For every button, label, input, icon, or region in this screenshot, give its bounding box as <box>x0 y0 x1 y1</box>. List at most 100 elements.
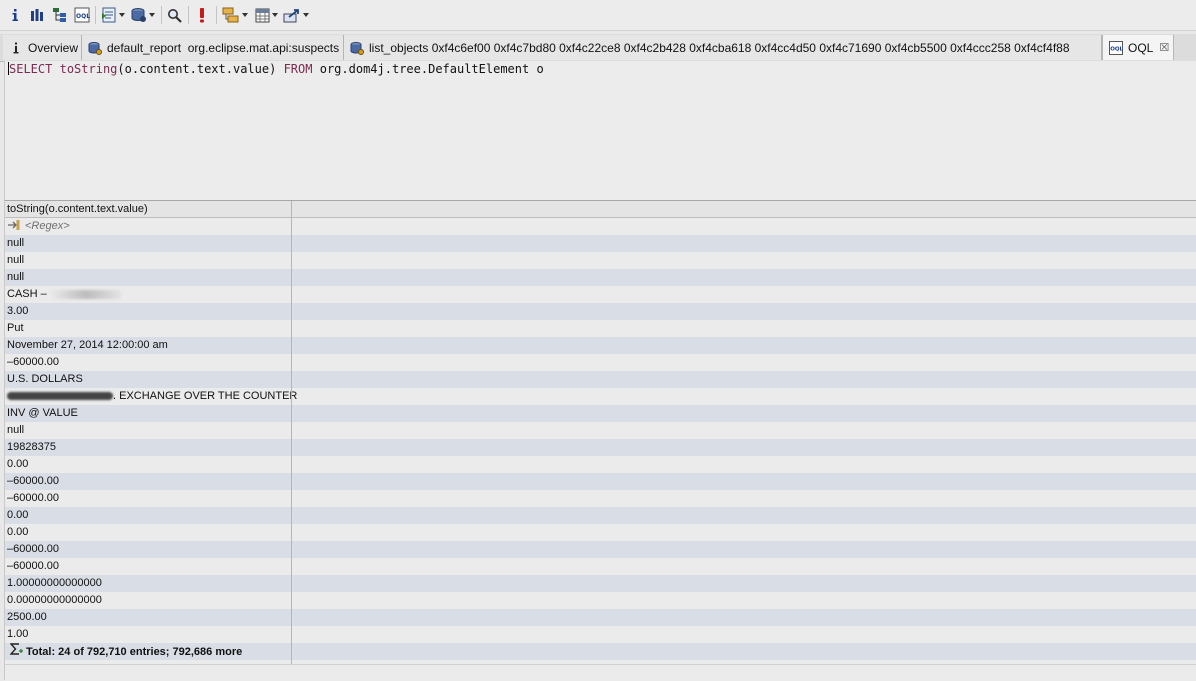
table-row[interactable]: November 27, 2014 12:00:00 am <box>5 337 1196 354</box>
cell-value: 2500.00 <box>7 611 47 623</box>
class-name: org.dom4j.tree.DefaultElement o <box>319 62 544 76</box>
tab-list-objects[interactable]: list_objects 0xf4c6ef00 0xf4c7bd80 0xf4c… <box>344 35 1102 60</box>
filter-icon <box>7 219 21 231</box>
table-row[interactable]: –60000.00 <box>5 473 1196 490</box>
tab-label: default_report org.eclipse.mat.api:suspe… <box>107 40 340 55</box>
sum-icon <box>9 643 23 661</box>
table-row[interactable]: U.S. DOLLARS <box>5 371 1196 388</box>
table-row[interactable]: 1.00 <box>5 626 1196 643</box>
cell-value: 1.00000000000000 <box>7 577 102 589</box>
total-summary: Total: 24 of 792,710 entries; 792,686 mo… <box>26 646 243 658</box>
oql-query-editor[interactable]: SELECT toString(o.content.text.value) FR… <box>4 61 1196 200</box>
table-row[interactable]: –60000.00 <box>5 558 1196 575</box>
main-toolbar: OQL <box>0 0 1196 31</box>
tab-default-report[interactable]: default_report org.eclipse.mat.api:suspe… <box>82 35 344 60</box>
cell-value: November 27, 2014 12:00:00 am <box>7 339 168 351</box>
editor-tabbar: Overview default_report org.eclipse.mat.… <box>0 34 1196 62</box>
table-row[interactable]: CASH – <box>5 286 1196 303</box>
function-name: toString <box>59 62 118 76</box>
search-icon[interactable] <box>165 5 183 25</box>
table-row[interactable]: 0.00 <box>5 524 1196 541</box>
function-args: (o.content.text.value) <box>117 62 277 76</box>
table-row[interactable]: INV @ VALUE <box>5 405 1196 422</box>
table-row[interactable]: . EXCHANGE OVER THE COUNTER <box>5 388 1196 405</box>
table-row[interactable]: –60000.00 <box>5 354 1196 371</box>
table-row[interactable]: 19828375 <box>5 439 1196 456</box>
table-row[interactable]: null <box>5 235 1196 252</box>
close-icon[interactable]: ☒ <box>1159 41 1169 54</box>
cell-value: 0.00000000000000 <box>7 594 102 606</box>
keyword-select: SELECT <box>9 62 53 76</box>
table-row[interactable]: Put <box>5 320 1196 337</box>
column-header[interactable]: toString(o.content.text.value) <box>5 201 1196 218</box>
cell-value: –60000.00 <box>7 543 59 555</box>
cell-value: INV @ VALUE <box>7 407 78 419</box>
cell-value: 3.00 <box>7 305 29 317</box>
keyword-from: FROM <box>283 62 313 76</box>
table-row[interactable]: 0.00 <box>5 507 1196 524</box>
toolbar-separator <box>161 6 162 24</box>
table-row[interactable]: null <box>5 252 1196 269</box>
column-divider[interactable] <box>291 201 292 664</box>
cell-value: 19828375 <box>7 441 56 453</box>
redacted-text <box>7 392 113 401</box>
heap-dump-icon[interactable] <box>129 5 157 25</box>
table-row[interactable]: 3.00 <box>5 303 1196 320</box>
report-icon <box>350 41 364 55</box>
regex-filter-row[interactable]: <Regex> <box>5 218 1196 235</box>
result-rows: <Regex> null null null CASH – 3.00 Put N… <box>5 218 1196 660</box>
table-row[interactable]: 0.00000000000000 <box>5 592 1196 609</box>
oql-icon: OQL <box>1109 40 1123 55</box>
query-text[interactable]: SELECT toString(o.content.text.value) FR… <box>8 62 544 76</box>
cell-value: 0.00 <box>7 526 29 538</box>
report-icon <box>88 41 102 55</box>
cell-value: 1.00 <box>7 628 29 640</box>
table-row[interactable]: 2500.00 <box>5 609 1196 626</box>
tab-overview[interactable]: Overview <box>3 35 82 60</box>
cell-value: –60000.00 <box>7 560 59 572</box>
toolbar-separator <box>216 6 217 24</box>
cell-value: –60000.00 <box>7 475 59 487</box>
info-icon[interactable] <box>8 5 22 25</box>
oql-icon[interactable]: OQL <box>73 5 91 25</box>
tab-label: OQL <box>1128 40 1154 55</box>
info-icon <box>9 41 23 55</box>
table-row[interactable]: 1.00000000000000 <box>5 575 1196 592</box>
tab-label: list_objects 0xf4c6ef00 0xf4c7bd80 0xf4c… <box>369 40 1070 55</box>
regex-placeholder: <Regex> <box>25 220 70 232</box>
cell-value: null <box>7 254 25 266</box>
cell-value: null <box>7 271 25 283</box>
total-row[interactable]: Total: 24 of 792,710 entries; 792,686 mo… <box>5 643 1196 660</box>
table-row[interactable]: –60000.00 <box>5 490 1196 507</box>
table-row[interactable]: –60000.00 <box>5 541 1196 558</box>
toolbar-separator <box>95 6 96 24</box>
cell-value: U.S. DOLLARS <box>7 373 83 385</box>
report-icon[interactable] <box>99 5 127 25</box>
cell-value: null <box>7 237 25 249</box>
svg-text:OQL: OQL <box>1110 46 1123 52</box>
table-row[interactable]: 0.00 <box>5 456 1196 473</box>
table-footer <box>5 664 1196 681</box>
tab-label: Overview <box>28 40 79 55</box>
cell-value: CASH – <box>7 288 47 300</box>
calculator-icon[interactable] <box>253 5 279 25</box>
redacted-text <box>49 289 122 299</box>
svg-text:OQL: OQL <box>76 13 90 20</box>
cell-value: 0.00 <box>7 458 29 470</box>
table-row[interactable]: null <box>5 269 1196 286</box>
cell-value: –60000.00 <box>7 492 59 504</box>
export-icon[interactable] <box>282 5 310 25</box>
dominator-tree-icon[interactable] <box>51 5 69 25</box>
table-row[interactable]: null <box>5 422 1196 439</box>
toolbar-separator <box>188 6 189 24</box>
cell-value: null <box>7 424 25 436</box>
grouping-icon[interactable] <box>221 5 249 25</box>
cell-value: . EXCHANGE OVER THE COUNTER <box>113 390 298 402</box>
cell-value: 0.00 <box>7 509 29 521</box>
cell-value: –60000.00 <box>7 356 59 368</box>
histogram-icon[interactable] <box>28 5 46 25</box>
tab-oql[interactable]: OQL OQL ☒ <box>1102 35 1174 60</box>
column-header-label: toString(o.content.text.value) <box>7 203 148 215</box>
leak-icon[interactable] <box>194 5 210 25</box>
cell-value: Put <box>7 322 24 334</box>
